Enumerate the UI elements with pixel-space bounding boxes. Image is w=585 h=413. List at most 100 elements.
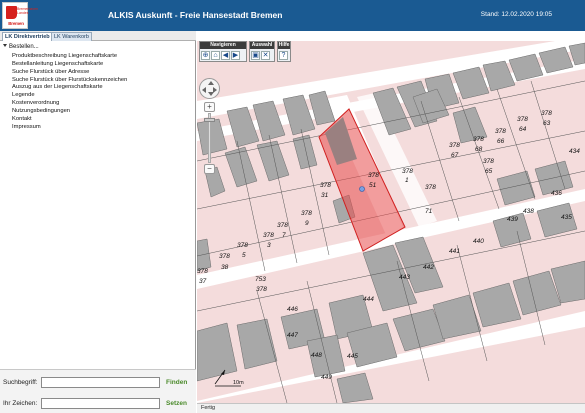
parcel-label-sub: 66 (497, 138, 505, 145)
select-icon[interactable]: ▣ (251, 51, 260, 60)
house-number: 435 (561, 214, 572, 221)
house-number: 449 (321, 374, 332, 381)
zoom-minus-button[interactable]: − (204, 164, 215, 174)
house-number: 436 (551, 190, 562, 197)
tree-root-bestellen[interactable]: Bestellen... (3, 44, 39, 50)
toolbar-group-label: Hilfe (278, 42, 290, 49)
parcel-label-sub: 65 (485, 168, 493, 175)
tab-warenkorb[interactable]: LK Warenkorb (51, 32, 92, 41)
pan-left-icon[interactable] (202, 86, 206, 93)
house-number: 444 (363, 296, 374, 303)
house-number: 446 (287, 306, 298, 313)
reference-row: Ihr Zeichen: Setzen (0, 398, 196, 412)
tree-item-kostenverordnung[interactable]: Kostenverordnung (12, 100, 127, 108)
find-button[interactable]: Finden (166, 379, 187, 386)
status-bar: Fertig (197, 403, 585, 413)
zoom-in-icon[interactable]: ⊕ (201, 51, 210, 60)
tree-item-kontakt[interactable]: Kontakt (12, 116, 127, 124)
parcel-label-sub: 67 (451, 152, 459, 159)
search-row: Suchbegriff: Finden (0, 377, 196, 391)
search-panel: Suchbegriff: Finden Ihr Zeichen: Setzen (0, 369, 196, 413)
tree-item-auszug[interactable]: Auszug aus der Liegenschaftskarte (12, 84, 127, 92)
parcel-label-sub: 51 (369, 182, 377, 189)
logo-small-text: Bremerhaven Landes (17, 7, 39, 15)
toolbar-group-help: Hilfe ? (277, 41, 291, 62)
home-icon[interactable]: ⌂ (211, 51, 220, 60)
tree-item-bestellanleitung[interactable]: Bestellanleitung Liegenschaftskarte (12, 61, 127, 69)
forward-icon[interactable]: ▶ (231, 51, 240, 60)
logo-text: Bremen (8, 21, 24, 26)
bremen-logo: Bremerhaven Landes Bremen (2, 2, 39, 29)
parcel-label-num: 378 (483, 158, 494, 165)
house-number: 445 (347, 353, 358, 360)
parcel-label-num: 378 (301, 210, 312, 217)
parcel-label-sub: 5 (242, 252, 246, 259)
tree-item-suche-adresse[interactable]: Suche Flurstück über Adresse (12, 69, 127, 77)
zoom-plus-button[interactable]: + (204, 102, 215, 112)
scale-label: 10m (233, 380, 244, 386)
pan-zoom-control: + − (199, 78, 220, 198)
app-window: Bremerhaven Landes Bremen ALKIS Auskunft… (0, 0, 585, 413)
parcel-label-num: 753 (255, 276, 266, 283)
tab-bar: LK Direktvertrieb LK Warenkorb (0, 31, 196, 41)
parcel-label-sub: 64 (519, 126, 527, 133)
data-status: Stand: 12.02.2020 19:05 (480, 11, 552, 18)
tree-item-nutzungsbedingungen[interactable]: Nutzungsbedingungen (12, 108, 127, 116)
pan-right-icon[interactable] (213, 86, 217, 93)
house-number: 443 (399, 274, 410, 281)
tree-item-produktbeschreibung[interactable]: Produktbeschreibung Liegenschaftskarte (12, 53, 127, 61)
house-number: 442 (423, 264, 434, 271)
back-icon[interactable]: ◀ (221, 51, 230, 60)
reference-input[interactable] (41, 398, 160, 409)
pan-up-icon[interactable] (207, 81, 214, 85)
parcel-label-num: 378 (277, 222, 288, 229)
parcel-label-num: 378 (197, 268, 208, 275)
help-icon[interactable]: ? (279, 51, 288, 60)
parcel-label-sub: 37 (199, 278, 207, 285)
map-view[interactable]: 378 51 378 31 378 9 378 7 378 5 378 3 37… (197, 41, 585, 413)
parcel-label-sub: 7 (282, 232, 286, 239)
reference-label: Ihr Zeichen: (3, 400, 38, 407)
parcel-label-num: 378 (402, 168, 413, 175)
parcel-label-num: 378 (517, 116, 528, 123)
parcel-label-num: 378 (541, 110, 552, 117)
north-arrow-icon: 10m (214, 369, 244, 387)
tree-item-impressum[interactable]: Impressum (12, 124, 127, 132)
parcel-label-sub: 63 (543, 120, 551, 127)
cadastral-map[interactable]: 378 51 378 31 378 9 378 7 378 5 378 3 37… (197, 41, 585, 403)
tree-item-legende[interactable]: Legende (12, 92, 127, 100)
parcel-label-num: 378 (495, 128, 506, 135)
toolbar-group-navigate: Navigieren ⊕ ⌂ ◀ ▶ (199, 41, 247, 62)
parcel-label-sub: 378 (256, 286, 267, 293)
set-button[interactable]: Setzen (166, 400, 187, 407)
pan-down-icon[interactable] (207, 92, 214, 96)
parcel-label-num: 378 (263, 232, 274, 239)
parcel-label-num: 378 (449, 142, 460, 149)
parcel-label-num: 378 (473, 136, 484, 143)
expand-triangle-icon[interactable] (3, 44, 7, 47)
parcel-label-num: 378 (219, 253, 230, 260)
parcel-label-num: 378 (320, 182, 331, 189)
parcel-label-sub: 71 (425, 208, 433, 215)
delete-icon[interactable]: ✕ (261, 51, 270, 60)
toolbar-group-selection: Auswahl ▣ ✕ (249, 41, 275, 62)
tree-items: Produktbeschreibung Liegenschaftskarte B… (12, 53, 127, 131)
house-number: 447 (287, 332, 298, 339)
app-title: ALKIS Auskunft - Freie Hansestadt Bremen (108, 10, 283, 20)
search-input[interactable] (41, 377, 160, 388)
zoom-slider-thumb[interactable] (204, 118, 215, 122)
parcel-label-sub: 68 (475, 146, 483, 153)
house-number: 434 (569, 148, 580, 155)
location-marker-icon[interactable] (359, 186, 365, 192)
parcel-label-sub: 9 (305, 220, 309, 227)
toolbar-group-label: Auswahl (250, 42, 274, 49)
tree-item-suche-kennzeichen[interactable]: Suche Flurstück über Flurstückskennzeich… (12, 77, 127, 85)
tab-direktvertrieb[interactable]: LK Direktvertrieb (2, 32, 53, 41)
house-number: 438 (523, 208, 534, 215)
app-header: Bremerhaven Landes Bremen ALKIS Auskunft… (0, 0, 585, 31)
house-number: 441 (449, 248, 460, 255)
pan-ring (199, 78, 220, 99)
house-number: 448 (311, 352, 322, 359)
sidebar: Bestellen... Produktbeschreibung Liegens… (0, 41, 196, 413)
house-number: 440 (473, 238, 484, 245)
